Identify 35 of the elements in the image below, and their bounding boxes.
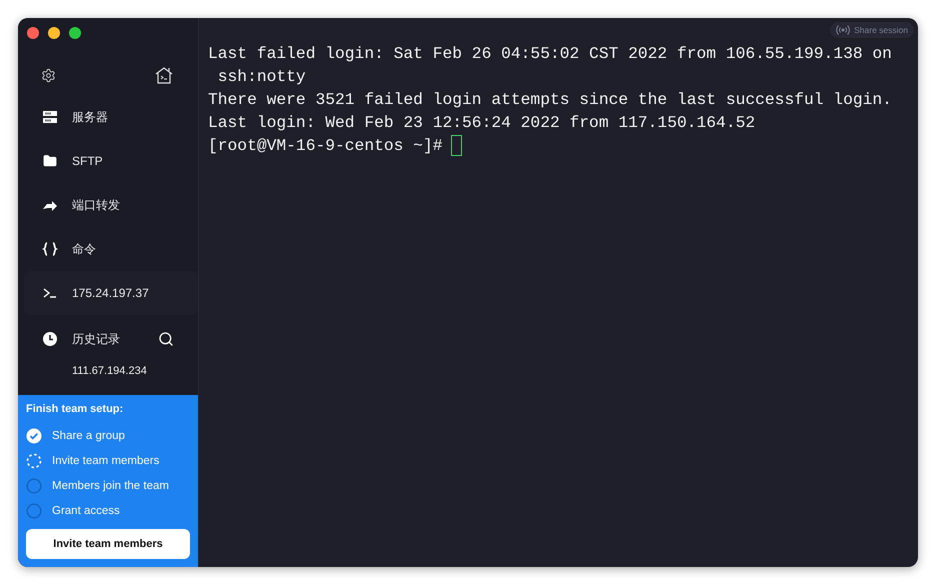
sidebar-item[interactable]: 服务器 — [18, 95, 198, 139]
braces-icon — [42, 241, 58, 257]
terminal-line: There were 3521 failed login attempts since the last successful login. — [208, 89, 893, 111]
step-label: Grant access — [52, 504, 120, 516]
step-label: Share a group — [52, 430, 125, 442]
clock-icon — [42, 331, 58, 347]
empty-circle-icon — [26, 502, 42, 518]
terminal-line: Last login: Wed Feb 23 12:56:24 2022 from 117.150.164.52 — [208, 112, 756, 134]
broadcast-icon — [836, 24, 850, 36]
history-label: 历史记录 — [72, 330, 121, 348]
maximize-button[interactable] — [69, 27, 81, 39]
folder-icon — [43, 154, 57, 168]
share-session-button[interactable]: Share session — [830, 22, 914, 38]
home-terminal-icon — [154, 66, 174, 84]
dashed-circle-icon — [26, 452, 42, 468]
invite-button[interactable]: Invite team members — [26, 529, 190, 559]
step-label: Invite team members — [52, 454, 160, 466]
team-setup-title: Finish team setup: — [26, 403, 124, 415]
server-icon — [42, 109, 58, 125]
minimize-button[interactable] — [48, 27, 60, 39]
sidebar-item[interactable]: 命令 — [18, 227, 198, 271]
terminal-line: Last failed login: Sat Feb 26 04:55:02 CST 2022 from 106.55.199.138 on — [208, 43, 893, 65]
sidebar-item[interactable]: SFTP — [18, 139, 198, 183]
terminal-prompt: [root@VM-16-9-centos ~]# — [208, 135, 442, 157]
terminal-line: ssh:notty — [216, 66, 307, 88]
terminal-cursor — [450, 135, 462, 156]
empty-circle-icon — [26, 478, 42, 494]
check-circle-icon — [26, 428, 42, 444]
sidebar-item[interactable]: 端口转发 — [18, 183, 198, 227]
sidebar-item[interactable]: 175.24.197.37 — [24, 271, 198, 315]
step-label: Members join the team — [52, 480, 169, 492]
settings-icon[interactable] — [41, 68, 56, 82]
close-button[interactable] — [27, 27, 39, 39]
history-entry[interactable]: 111.67.194.234 — [18, 361, 198, 381]
search-icon[interactable] — [158, 331, 174, 347]
